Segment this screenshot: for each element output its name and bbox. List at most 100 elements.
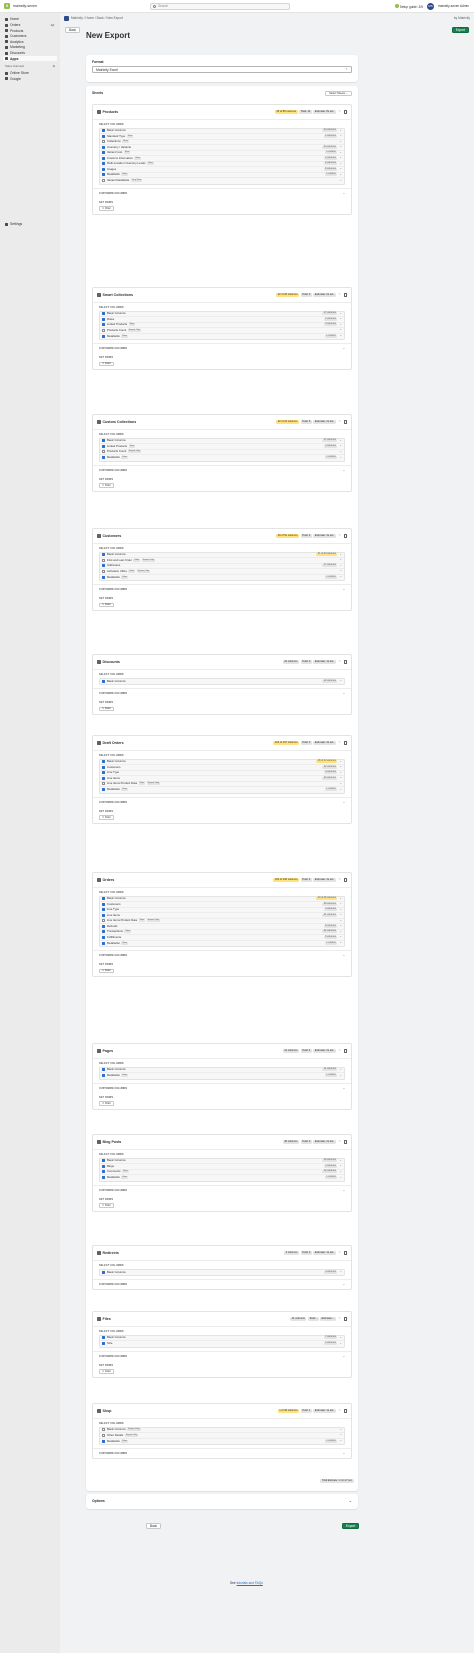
chevron-down-icon[interactable]: ⌄ bbox=[339, 1270, 342, 1274]
sheet-header[interactable]: Products 45 of 86 columns Total: 14 Estimat… bbox=[93, 105, 351, 120]
select-sheets-button[interactable]: Select Sheets ⌄ bbox=[325, 91, 352, 96]
chevron-down-icon[interactable]: ⌄ bbox=[339, 156, 342, 160]
trash-icon[interactable] bbox=[344, 1317, 347, 1321]
column-checkbox[interactable] bbox=[102, 129, 105, 133]
column-checkbox[interactable] bbox=[102, 167, 105, 171]
column-checkbox[interactable] bbox=[102, 913, 105, 917]
sidebar-channel-google[interactable]: Google bbox=[3, 76, 57, 81]
customize-columns-toggle[interactable]: CUSTOMIZE COLUMNS ⌄ bbox=[93, 1350, 351, 1361]
add-channel-icon[interactable]: ⊕ bbox=[53, 64, 55, 68]
chevron-up-icon[interactable]: ⌃ bbox=[338, 741, 341, 745]
export-button[interactable]: Export bbox=[451, 27, 469, 33]
chevron-down-icon[interactable]: ⌄ bbox=[339, 1439, 342, 1443]
column-checkbox[interactable] bbox=[102, 935, 105, 939]
chevron-down-icon[interactable]: ⌄ bbox=[339, 552, 342, 557]
column-checkbox[interactable] bbox=[102, 1074, 105, 1078]
column-row[interactable]: Basic Columns 4 columns ⌄ bbox=[100, 1270, 344, 1276]
column-checkbox[interactable] bbox=[102, 317, 105, 321]
column-checkbox[interactable] bbox=[102, 156, 105, 160]
sheet-header[interactable]: Discounts 22 columns Total: 0 Estimate: 1s … bbox=[93, 655, 351, 670]
trash-icon[interactable] bbox=[344, 1409, 347, 1413]
filter-button[interactable]: ⏷ Filter bbox=[99, 815, 114, 820]
column-checkbox[interactable] bbox=[102, 941, 105, 945]
chevron-down-icon[interactable]: ⌄ bbox=[339, 765, 342, 769]
chevron-up-icon[interactable]: ⌃ bbox=[338, 420, 341, 424]
chevron-down-icon[interactable]: ⌄ bbox=[339, 449, 342, 454]
column-checkbox[interactable] bbox=[102, 930, 105, 934]
filter-button[interactable]: ⏷ Filter bbox=[99, 602, 114, 607]
customize-columns-toggle[interactable]: CUSTOMIZE COLUMNS ⌄ bbox=[93, 950, 351, 960]
column-checkbox[interactable] bbox=[102, 553, 105, 557]
sidebar-item-home[interactable]: Home bbox=[3, 17, 57, 22]
tutorials-link[interactable]: tutorials and FAQs bbox=[237, 1581, 263, 1585]
chevron-down-icon[interactable]: ⌄ bbox=[339, 150, 342, 155]
column-checkbox[interactable] bbox=[102, 569, 105, 573]
filter-button[interactable]: ⏷ Filter bbox=[99, 483, 114, 488]
column-checkbox[interactable] bbox=[102, 788, 105, 792]
column-checkbox[interactable] bbox=[102, 771, 105, 775]
sheet-header[interactable]: Redirects 4 columns Total: 0 Estimate: 1s e… bbox=[93, 1246, 351, 1261]
column-checkbox[interactable] bbox=[102, 1428, 105, 1432]
column-checkbox[interactable] bbox=[102, 760, 105, 764]
chevron-down-icon[interactable]: ⌄ bbox=[339, 924, 342, 928]
chevron-down-icon[interactable]: ⌄ bbox=[339, 1169, 342, 1174]
column-checkbox[interactable] bbox=[102, 151, 105, 155]
column-checkbox[interactable] bbox=[102, 765, 105, 769]
format-select[interactable]: Matrixify Excel ⌃ bbox=[92, 66, 352, 74]
trash-icon[interactable] bbox=[344, 1140, 347, 1144]
column-checkbox[interactable] bbox=[102, 902, 105, 906]
column-checkbox[interactable] bbox=[102, 162, 105, 166]
sidebar-item-customers[interactable]: Customers bbox=[3, 34, 57, 39]
chevron-down-icon[interactable]: ⌄ bbox=[339, 1335, 342, 1340]
column-checkbox[interactable] bbox=[102, 897, 105, 901]
sheet-header[interactable]: Blog Posts 36 columns Total: 3 Estimate: 2s… bbox=[93, 1135, 351, 1150]
store-name[interactable]: mainstly-seven bbox=[13, 4, 37, 8]
breadcrumb[interactable]: Matrixify / Home / Back / New Export bbox=[71, 16, 123, 21]
trash-icon[interactable] bbox=[344, 1049, 347, 1053]
trash-icon[interactable] bbox=[344, 1251, 347, 1255]
column-checkbox[interactable] bbox=[102, 1164, 105, 1168]
column-checkbox[interactable] bbox=[102, 334, 105, 338]
column-checkbox[interactable] bbox=[102, 312, 105, 316]
sidebar-item-analytics[interactable]: Analytics bbox=[3, 39, 57, 44]
chevron-up-icon[interactable]: ⌃ bbox=[338, 293, 341, 297]
filter-button[interactable]: ⏷ Filter bbox=[99, 968, 114, 973]
chevron-down-icon[interactable]: ⌄ bbox=[339, 1341, 342, 1346]
customize-columns-toggle[interactable]: CUSTOMIZE COLUMNS ⌄ bbox=[93, 1082, 351, 1093]
column-row[interactable]: Metafields Slow 1 column ⌄ bbox=[100, 941, 344, 947]
chevron-up-icon[interactable]: ⌃ bbox=[338, 1049, 341, 1053]
chevron-down-icon[interactable]: ⌄ bbox=[339, 896, 342, 901]
chevron-down-icon[interactable]: ⌄ bbox=[339, 781, 342, 786]
chevron-down-icon[interactable]: ⌄ bbox=[339, 1427, 342, 1432]
chevron-down-icon[interactable]: ⌄ bbox=[339, 759, 342, 764]
column-row[interactable]: Metafields Slow 1 column ⌄ bbox=[100, 334, 344, 340]
column-row[interactable]: Metafields Slow 1 column ⌄ bbox=[100, 1439, 344, 1445]
chevron-down-icon[interactable]: ⌄ bbox=[339, 1067, 342, 1072]
customize-columns-toggle[interactable]: CUSTOMIZE COLUMNS ⌄ bbox=[93, 343, 351, 353]
customize-columns-toggle[interactable]: CUSTOMIZE COLUMNS ⌄ bbox=[93, 1279, 351, 1289]
column-checkbox[interactable] bbox=[102, 134, 105, 138]
column-checkbox[interactable] bbox=[102, 328, 105, 332]
chevron-down-icon[interactable]: ⌄ bbox=[339, 172, 342, 177]
filter-button[interactable]: ⏷ Filter bbox=[99, 206, 114, 211]
column-checkbox[interactable] bbox=[102, 1433, 105, 1437]
column-checkbox[interactable] bbox=[102, 919, 105, 923]
chevron-down-icon[interactable]: ⌄ bbox=[339, 941, 342, 945]
column-checkbox[interactable] bbox=[102, 1270, 105, 1274]
column-checkbox[interactable] bbox=[102, 776, 105, 780]
filter-button[interactable]: ⏷ Filter bbox=[99, 1101, 114, 1106]
column-row[interactable]: Metafields Slow 1 column ⌄ bbox=[100, 1175, 344, 1181]
chevron-down-icon[interactable]: ⌄ bbox=[339, 907, 342, 912]
chevron-down-icon[interactable]: ⌄ bbox=[339, 575, 342, 579]
chevron-down-icon[interactable]: ⌄ bbox=[339, 918, 342, 923]
filter-button[interactable]: ⏷ Filter bbox=[99, 1369, 114, 1374]
sidebar-item-products[interactable]: Products bbox=[3, 28, 57, 33]
column-checkbox[interactable] bbox=[102, 558, 105, 562]
chevron-up-icon[interactable]: ⌃ bbox=[338, 110, 341, 114]
customize-columns-toggle[interactable]: CUSTOMIZE COLUMNS ⌄ bbox=[93, 796, 351, 807]
chevron-down-icon[interactable]: ⌄ bbox=[339, 438, 342, 443]
column-row[interactable]: Variant Metafields Very Slow ⌄ bbox=[100, 178, 344, 184]
sidebar-item-discounts[interactable]: Discounts bbox=[3, 51, 57, 56]
search-input[interactable]: Search bbox=[150, 3, 290, 10]
column-row[interactable]: Basic Columns 22 columns ⌄ bbox=[100, 679, 344, 685]
